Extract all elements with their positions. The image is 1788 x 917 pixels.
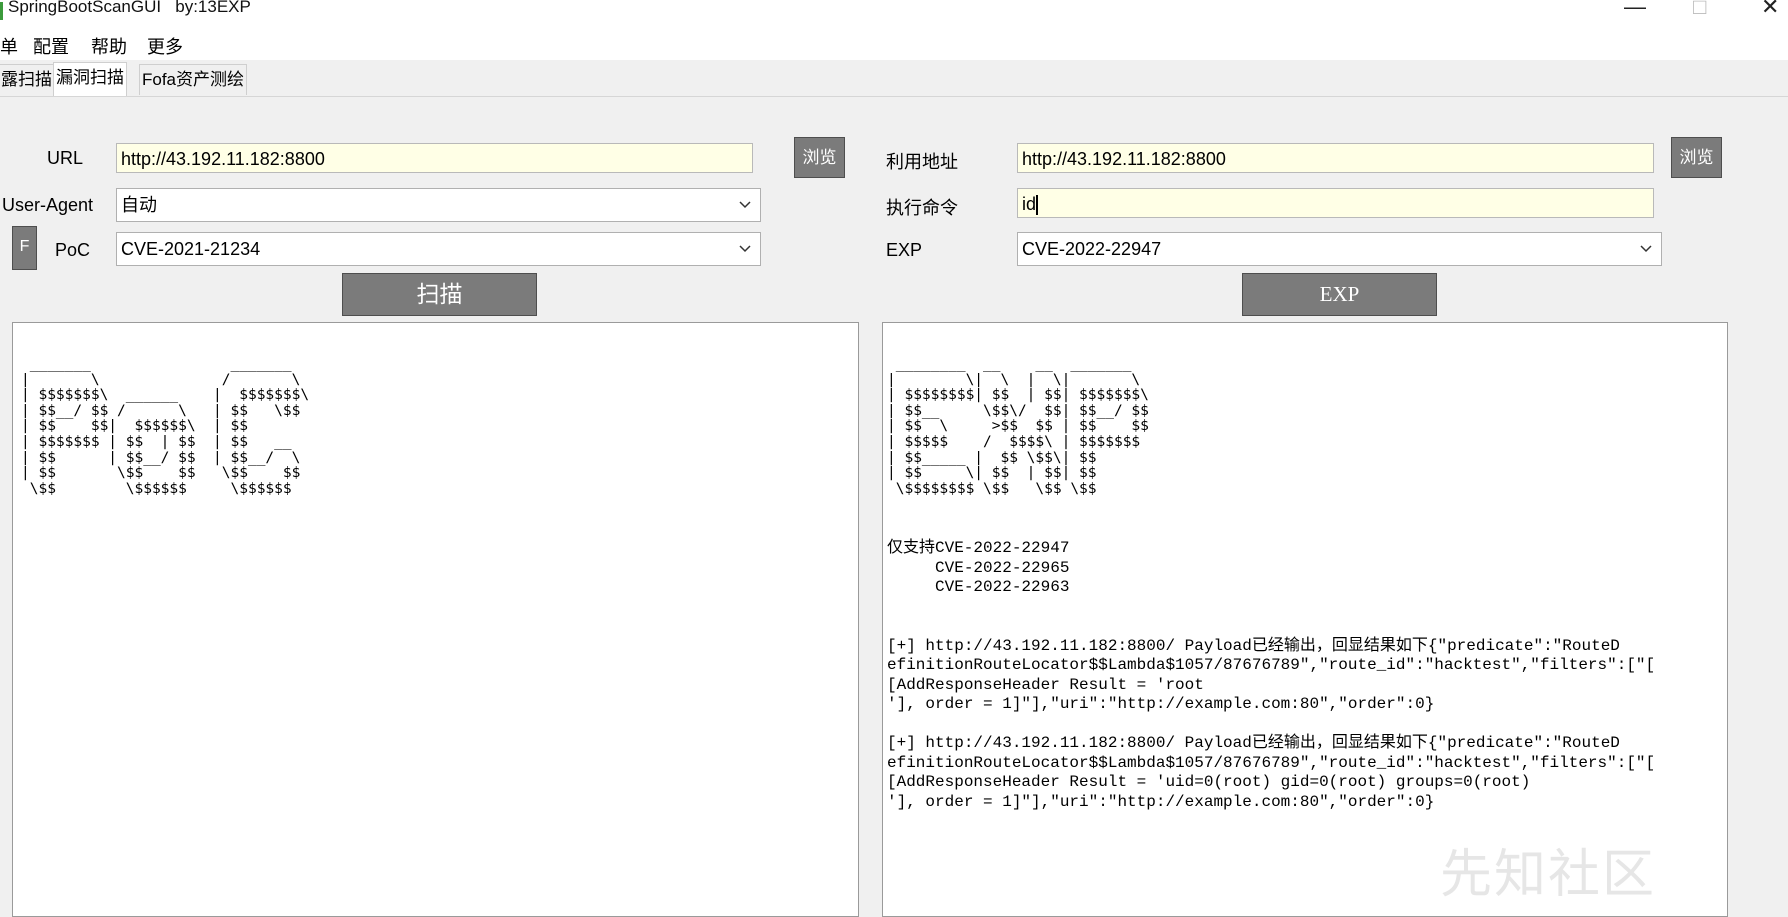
poc-output-area[interactable]: _______ _______ | \ / \ | $$$$$$$\ _____… (12, 322, 859, 917)
exp-value: CVE-2022-22947 (1022, 239, 1162, 259)
minimize-button[interactable]: — (1624, 0, 1646, 20)
tab-vuln-scan[interactable]: 漏洞扫描 (53, 62, 127, 96)
close-button[interactable]: ✕ (1761, 0, 1779, 20)
poc-label: PoC (55, 240, 91, 260)
poc-value: CVE-2021-21234 (121, 239, 261, 259)
user-agent-value: 自动 (121, 195, 157, 215)
exp-result-log: 仅支持CVE-2022-22947 CVE-2022-22965 CVE-202… (887, 539, 1656, 811)
chevron-down-icon (739, 201, 751, 209)
user-agent-select[interactable]: 自动 (116, 188, 761, 222)
exp-ascii-banner: ________ __ __ _______ | \| \ | \| \ | $… (887, 356, 1149, 497)
poc-ascii-banner: _______ _______ | \ / \ | $$$$$$$\ _____… (21, 356, 310, 497)
exp-label: EXP (886, 240, 923, 260)
target-label: 利用地址 (886, 152, 958, 172)
menu-item-config[interactable]: 配置 (33, 33, 69, 59)
tab-fofa[interactable]: Fofa资产测绘 (139, 64, 248, 95)
right-browse-button[interactable]: 浏览 (1671, 137, 1722, 178)
chevron-down-icon (739, 245, 751, 253)
scan-button[interactable]: 扫描 (342, 273, 537, 316)
text-caret (1036, 195, 1039, 216)
command-input[interactable]: id (1017, 188, 1654, 218)
menu-bar (0, 28, 1788, 60)
menu-item-more[interactable]: 更多 (147, 33, 183, 59)
menu-item-list[interactable]: 单 (0, 33, 18, 59)
f-button[interactable]: F (12, 226, 37, 270)
window-title: SpringBootScanGUI by:13EXP (8, 0, 251, 16)
chevron-down-icon (1640, 245, 1652, 253)
tab-bar (0, 62, 1788, 97)
title-bar (0, 0, 1788, 28)
target-input[interactable]: http://43.192.11.182:8800 (1017, 143, 1654, 173)
url-input[interactable]: http://43.192.11.182:8800 (116, 143, 753, 173)
command-label: 执行命令 (886, 198, 958, 218)
watermark: 先知社区 (1440, 845, 1657, 905)
url-label: URL (47, 148, 84, 168)
exp-select[interactable]: CVE-2022-22947 (1017, 232, 1662, 266)
menu-item-help[interactable]: 帮助 (91, 33, 127, 59)
command-value: id (1022, 194, 1037, 214)
exp-button[interactable]: EXP (1242, 273, 1437, 316)
poc-select[interactable]: CVE-2021-21234 (116, 232, 761, 266)
exp-output-area[interactable]: ________ __ __ _______ | \| \ | \| \ | $… (882, 322, 1728, 917)
left-browse-button[interactable]: 浏览 (794, 137, 845, 178)
user-agent-label: User-Agent (2, 195, 94, 215)
app-icon (0, 2, 3, 20)
tab-leak-scan[interactable]: 露扫描 (0, 64, 55, 95)
maximize-button[interactable]: □ (1693, 0, 1706, 20)
